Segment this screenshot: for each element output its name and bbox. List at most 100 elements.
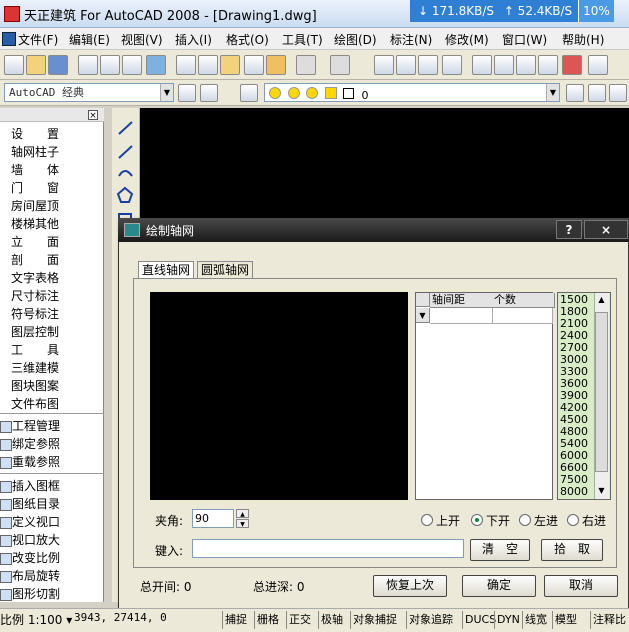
menu-window[interactable]: 窗口(W) bbox=[502, 31, 547, 48]
copy-icon[interactable] bbox=[198, 55, 218, 75]
menu-tools[interactable]: 工具(T) bbox=[282, 31, 323, 48]
ortho-toggle[interactable]: 正交 bbox=[286, 611, 313, 629]
cell-spacing[interactable] bbox=[430, 308, 493, 324]
sub-menu-project-management[interactable]: 工程管理 bbox=[12, 417, 60, 434]
sun-icon[interactable] bbox=[287, 87, 300, 99]
print-preview-icon[interactable] bbox=[100, 55, 120, 75]
cut-icon[interactable] bbox=[176, 55, 196, 75]
ok-button[interactable]: 确定 bbox=[462, 575, 536, 597]
workspace-settings-icon[interactable] bbox=[178, 84, 196, 102]
sub-menu-change-scale[interactable]: 改变比例 bbox=[12, 549, 60, 566]
layer-previous-icon[interactable] bbox=[588, 84, 606, 102]
menu-layer-control[interactable]: 图层控制 bbox=[11, 323, 59, 340]
print-icon[interactable] bbox=[78, 55, 98, 75]
block-editor-icon[interactable] bbox=[266, 55, 286, 75]
radio-right[interactable]: 右进 bbox=[567, 512, 606, 529]
match-properties-icon[interactable] bbox=[244, 55, 264, 75]
sub-menu-viewport-zoom[interactable]: 视口放大 bbox=[12, 531, 60, 548]
help-button[interactable]: ? bbox=[556, 220, 582, 239]
cancel-button[interactable]: 取消 bbox=[544, 575, 618, 597]
open-icon[interactable] bbox=[26, 55, 46, 75]
workspace-save-icon[interactable] bbox=[200, 84, 218, 102]
cell-count[interactable] bbox=[492, 308, 553, 324]
scrollbar-thumb[interactable] bbox=[595, 312, 608, 472]
menu-rooms-roofs[interactable]: 房间屋顶 bbox=[11, 197, 59, 214]
radio-left[interactable]: 左进 bbox=[519, 512, 558, 529]
menu-file-layout[interactable]: 文件布图 bbox=[11, 395, 59, 412]
sheet-set-icon[interactable] bbox=[538, 55, 558, 75]
calculator-icon[interactable] bbox=[588, 55, 608, 75]
menu-stairs-other[interactable]: 楼梯其他 bbox=[11, 215, 59, 232]
menu-edit[interactable]: 编辑(E) bbox=[69, 31, 110, 48]
menu-doors-windows[interactable]: 门 窗 bbox=[11, 179, 59, 196]
menu-modify[interactable]: 修改(M) bbox=[445, 31, 489, 48]
spin-up-icon[interactable]: ▲ bbox=[236, 509, 249, 518]
publish-icon[interactable] bbox=[122, 55, 142, 75]
radio-bottom[interactable]: 下开 bbox=[471, 512, 510, 529]
menu-file[interactable]: 文件(F) bbox=[18, 31, 58, 48]
zoom-realtime-icon[interactable] bbox=[396, 55, 416, 75]
lightbulb-icon[interactable] bbox=[269, 87, 281, 99]
otrack-toggle[interactable]: 对象追踪 bbox=[406, 611, 455, 629]
model-toggle[interactable]: 模型 bbox=[552, 611, 579, 629]
scale-select[interactable]: 比例 1:100 ▾ bbox=[0, 611, 72, 628]
layer-states-icon[interactable] bbox=[609, 84, 627, 102]
snap-toggle[interactable]: 捕捉 bbox=[222, 611, 249, 629]
sub-menu-define-viewport[interactable]: 定义视口 bbox=[12, 513, 60, 530]
dialog-title-bar[interactable] bbox=[118, 218, 629, 242]
menu-tools-tangent[interactable]: 工 具 bbox=[11, 341, 59, 358]
menu-dimension[interactable]: 标注(N) bbox=[390, 31, 432, 48]
menu-view[interactable]: 视图(V) bbox=[121, 31, 163, 48]
menu-settings[interactable]: 设 置 bbox=[11, 125, 59, 142]
menu-format[interactable]: 格式(O) bbox=[226, 31, 269, 48]
layer-manager-icon[interactable] bbox=[240, 84, 258, 102]
sub-menu-layout-rotate[interactable]: 布局旋转 bbox=[12, 567, 60, 584]
sub-menu-reload-xref[interactable]: 重载参照 bbox=[12, 453, 60, 470]
close-button[interactable]: × bbox=[584, 220, 628, 239]
menu-help[interactable]: 帮助(H) bbox=[562, 31, 604, 48]
chevron-down-icon[interactable]: ▼ bbox=[416, 308, 430, 323]
workspace-select[interactable]: AutoCAD 经典 bbox=[4, 83, 174, 102]
polar-toggle[interactable]: 极轴 bbox=[318, 611, 345, 629]
menu-axis-columns[interactable]: 轴网柱子 bbox=[11, 143, 59, 160]
angle-input[interactable]: 90 bbox=[192, 509, 234, 528]
design-center-icon[interactable] bbox=[494, 55, 514, 75]
markup-icon[interactable] bbox=[562, 55, 582, 75]
menu-elevation[interactable]: 立 面 bbox=[11, 233, 59, 250]
coordinates-readout[interactable]: 3943, 27414, 0 bbox=[74, 611, 167, 624]
menu-draw[interactable]: 绘图(D) bbox=[334, 31, 377, 48]
tab-arc-axis[interactable]: 圆弧轴网 bbox=[197, 261, 254, 279]
zoom-window-icon[interactable] bbox=[418, 55, 438, 75]
lineweight-toggle[interactable]: 线宽 bbox=[522, 611, 549, 629]
chevron-down-icon[interactable]: ▼ bbox=[160, 84, 173, 101]
menu-insert[interactable]: 插入(I) bbox=[175, 31, 212, 48]
redo-icon[interactable] bbox=[330, 55, 350, 75]
sub-menu-insert-frame[interactable]: 插入图框 bbox=[12, 477, 60, 494]
list-item[interactable]: 8000 bbox=[560, 486, 588, 498]
paste-icon[interactable] bbox=[220, 55, 240, 75]
menu-section[interactable]: 剖 面 bbox=[11, 251, 59, 268]
ducs-toggle[interactable]: DUCS bbox=[462, 611, 498, 629]
doc-icon[interactable] bbox=[2, 32, 16, 46]
annotation-scale[interactable]: 注释比 bbox=[590, 611, 628, 629]
freeze-icon[interactable] bbox=[306, 87, 318, 99]
scroll-down-icon[interactable]: ▼ bbox=[595, 485, 608, 497]
scroll-up-icon[interactable]: ▲ bbox=[595, 294, 608, 306]
tab-straight-axis[interactable]: 直线轴网 bbox=[138, 261, 195, 279]
properties-icon[interactable] bbox=[472, 55, 492, 75]
menu-3d-modeling[interactable]: 三维建模 bbox=[11, 359, 59, 376]
lock-icon[interactable] bbox=[324, 87, 337, 99]
grid-toggle[interactable]: 栅格 bbox=[254, 611, 281, 629]
undo-icon[interactable] bbox=[296, 55, 316, 75]
chevron-down-icon[interactable]: ▼ bbox=[546, 84, 559, 101]
zoom-previous-icon[interactable] bbox=[442, 55, 462, 75]
menu-text-tables[interactable]: 文字表格 bbox=[11, 269, 59, 286]
dyn-toggle[interactable]: DYN bbox=[494, 611, 522, 629]
sub-menu-graphic-cut[interactable]: 图形切割 bbox=[12, 585, 60, 602]
clear-button[interactable]: 清 空 bbox=[470, 539, 530, 561]
radio-top[interactable]: 上开 bbox=[421, 512, 460, 529]
menu-blocks-patterns[interactable]: 图块图案 bbox=[11, 377, 59, 394]
globe-icon[interactable] bbox=[146, 55, 166, 75]
new-icon[interactable] bbox=[4, 55, 24, 75]
save-icon[interactable] bbox=[48, 55, 68, 75]
